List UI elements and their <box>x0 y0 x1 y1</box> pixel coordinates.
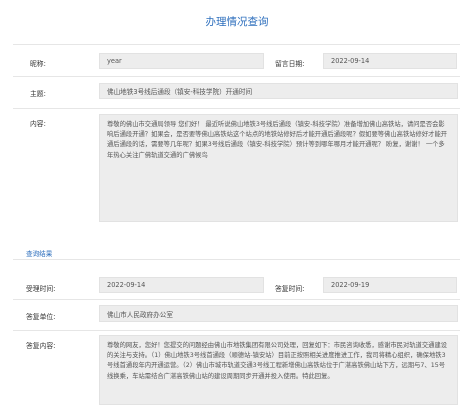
nickname-label: 昵称: <box>30 60 46 68</box>
page-title: 办理情况查询 <box>205 16 269 28</box>
subject-field: 佛山地铁3号线后通段（镇安-科技学院）开通时间 <box>99 83 458 99</box>
reply-time-label: 答复时间: <box>275 285 305 293</box>
divider <box>13 76 460 77</box>
date-field: 2022-09-14 <box>323 53 457 69</box>
divider <box>13 108 460 109</box>
result-section-title: 查询结果 <box>26 250 53 258</box>
reply-content-label: 答复内容: <box>26 342 56 350</box>
reply-content-textarea: 尊敬的网友，您好！您提交的问题经由佛山市地铁集团有限公司处理，回复如下：市民咨询… <box>99 335 458 405</box>
content-label: 内容: <box>30 120 46 128</box>
accept-time-field: 2022-09-14 <box>99 277 264 293</box>
divider <box>13 299 460 300</box>
nickname-field: year <box>99 53 264 69</box>
date-label: 留言日期: <box>275 60 305 68</box>
accept-time-label: 受理时间: <box>26 285 56 293</box>
reply-unit-field: 佛山市人民政府办公室 <box>99 305 458 322</box>
divider <box>13 259 460 260</box>
divider <box>13 44 460 45</box>
content-textarea: 尊敬的佛山市交通局领导 您们好！ 最近听说佛山地铁3号线后通段（镇安-科技学院）… <box>99 114 458 222</box>
reply-unit-label: 答复单位: <box>26 313 56 321</box>
reply-time-field: 2022-09-19 <box>323 277 457 293</box>
subject-label: 主题: <box>30 90 46 98</box>
divider <box>13 330 460 331</box>
